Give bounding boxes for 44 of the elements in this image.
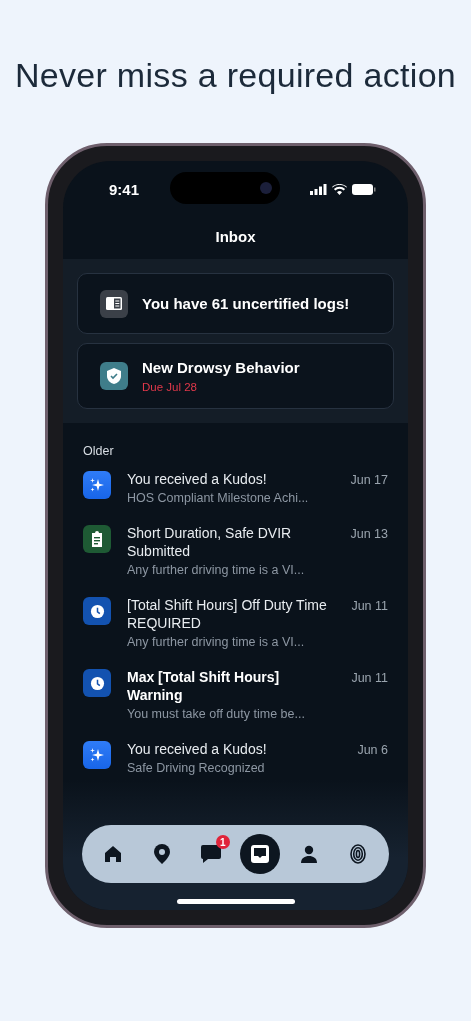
message-date: Jun 17	[350, 473, 388, 487]
inbox-icon	[251, 845, 270, 863]
inbox-tab[interactable]	[240, 834, 281, 874]
clipboard-icon	[90, 531, 104, 547]
message-preview: HOS Compliant Milestone Achi...	[127, 491, 310, 505]
message-title[interactable]: Max [Total Shift Hours] Warning	[127, 668, 336, 704]
alert-card[interactable]: You have 61 uncertified logs!	[77, 273, 394, 334]
location-pin-icon	[153, 844, 170, 864]
shield-check-icon	[107, 368, 121, 384]
signal-icon	[310, 183, 327, 195]
book-icon	[106, 297, 122, 310]
messages-tab[interactable]: 1	[190, 834, 231, 874]
battery-icon	[352, 183, 376, 195]
wifi-icon	[332, 183, 347, 195]
alert-title: You have 61 uncertified logs!	[142, 295, 350, 312]
due-date: Due Jul 28	[142, 381, 198, 393]
alert-card[interactable]: New Drowsy Behavior Due Jul 28	[77, 343, 394, 409]
message-preview: Any further driving time is a VI...	[127, 635, 306, 649]
message-date: Jun 11	[351, 599, 388, 613]
message-date: Jun 6	[357, 743, 388, 757]
sparkle-icon	[89, 747, 105, 763]
headline: Never miss a required action	[13, 55, 458, 96]
camera-icon	[259, 182, 272, 194]
message-title[interactable]: You received a Kudos!	[127, 470, 335, 488]
message-preview: Any further driving time is a VI...	[127, 563, 306, 577]
screen-title: Inbox	[215, 227, 256, 245]
message-title[interactable]: [Total Shift Hours] Off Duty Time REQUIRED	[127, 596, 336, 632]
message-date: Jun 11	[351, 671, 388, 685]
message-title[interactable]: Short Duration, Safe DVIR Submitted	[127, 524, 335, 560]
chat-bubble-icon	[200, 845, 221, 863]
message-date: Jun 13	[350, 527, 388, 541]
clock-icon	[89, 675, 105, 691]
message-title[interactable]: You received a Kudos!	[127, 740, 342, 758]
clock-icon	[89, 603, 105, 619]
sparkle-icon	[89, 477, 105, 493]
concentric-ovals-icon	[350, 844, 367, 864]
alert-title: New Drowsy Behavior	[142, 359, 300, 376]
home-icon	[103, 845, 122, 863]
message-preview: You must take off duty time be...	[127, 707, 306, 721]
person-icon	[300, 845, 319, 863]
message-preview: Safe Driving Recognized	[127, 761, 266, 775]
unread-badge: 1	[215, 835, 230, 849]
status-time: 9:41	[109, 180, 140, 198]
section-heading: Older	[82, 443, 115, 460]
